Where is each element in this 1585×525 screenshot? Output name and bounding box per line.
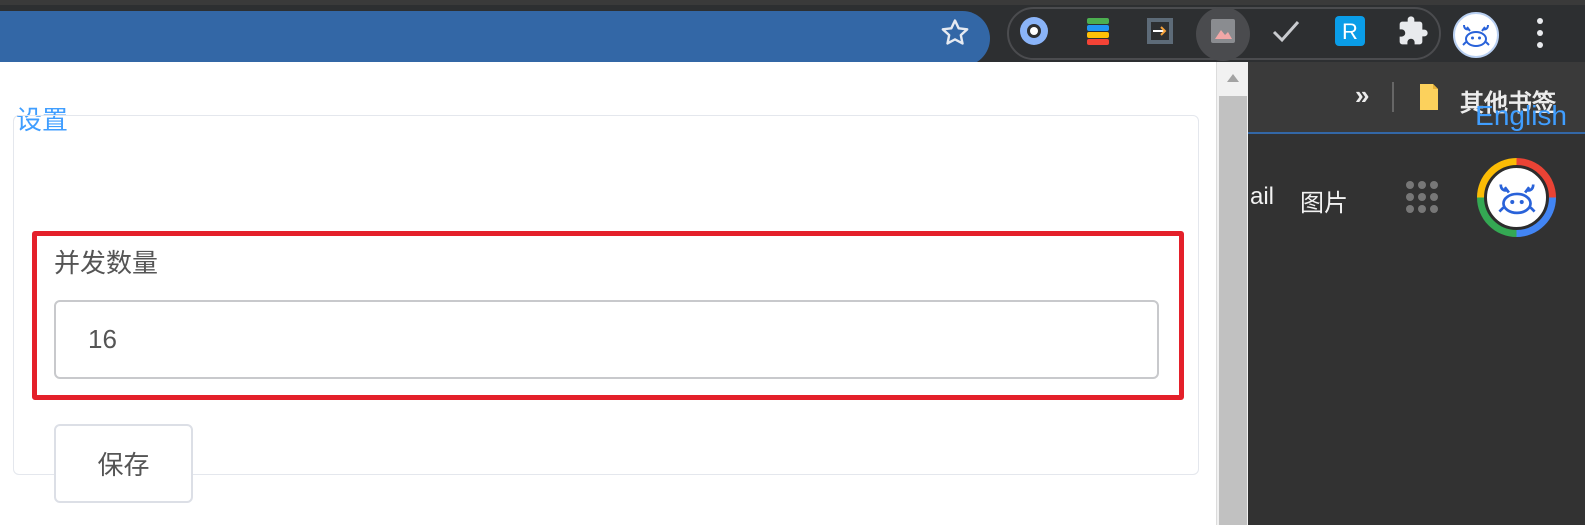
concurrency-label: 并发数量 [54,248,159,278]
bookmarks-divider [1392,82,1394,112]
save-button[interactable]: 保存 [54,424,193,503]
concurrency-input[interactable] [54,300,1159,379]
image-extension-icon[interactable] [1205,13,1241,49]
bookmarks-overflow-button[interactable]: » [1355,80,1369,111]
circle-extension-icon[interactable] [1016,13,1052,49]
puzzle-extensions-icon[interactable] [1395,13,1431,49]
window-arrow-extension-icon[interactable] [1142,13,1178,49]
folder-icon [1420,84,1438,110]
stacked-colors-extension-icon[interactable] [1080,13,1116,49]
check-extension-icon[interactable] [1268,13,1304,49]
apps-grid-icon[interactable] [1405,180,1439,214]
gmail-link[interactable]: ail [1250,183,1274,211]
bookmark-star-icon[interactable] [938,16,972,50]
scroll-up-arrow-icon[interactable] [1217,62,1249,94]
language-switch-link[interactable]: English [1475,100,1567,132]
profile-avatar[interactable] [1453,12,1499,58]
r-extension-icon[interactable]: R [1332,13,1368,49]
crab-icon [1462,24,1490,47]
address-bar[interactable] [0,11,990,66]
browser-menu-icon[interactable] [1530,15,1550,51]
svg-text:R: R [1342,19,1358,44]
google-account-avatar[interactable] [1477,158,1556,237]
popup-scrollbar[interactable] [1216,62,1248,525]
images-link[interactable]: 图片 [1300,183,1348,218]
scrollbar-thumb[interactable] [1219,96,1247,525]
crab-icon [1497,183,1536,214]
